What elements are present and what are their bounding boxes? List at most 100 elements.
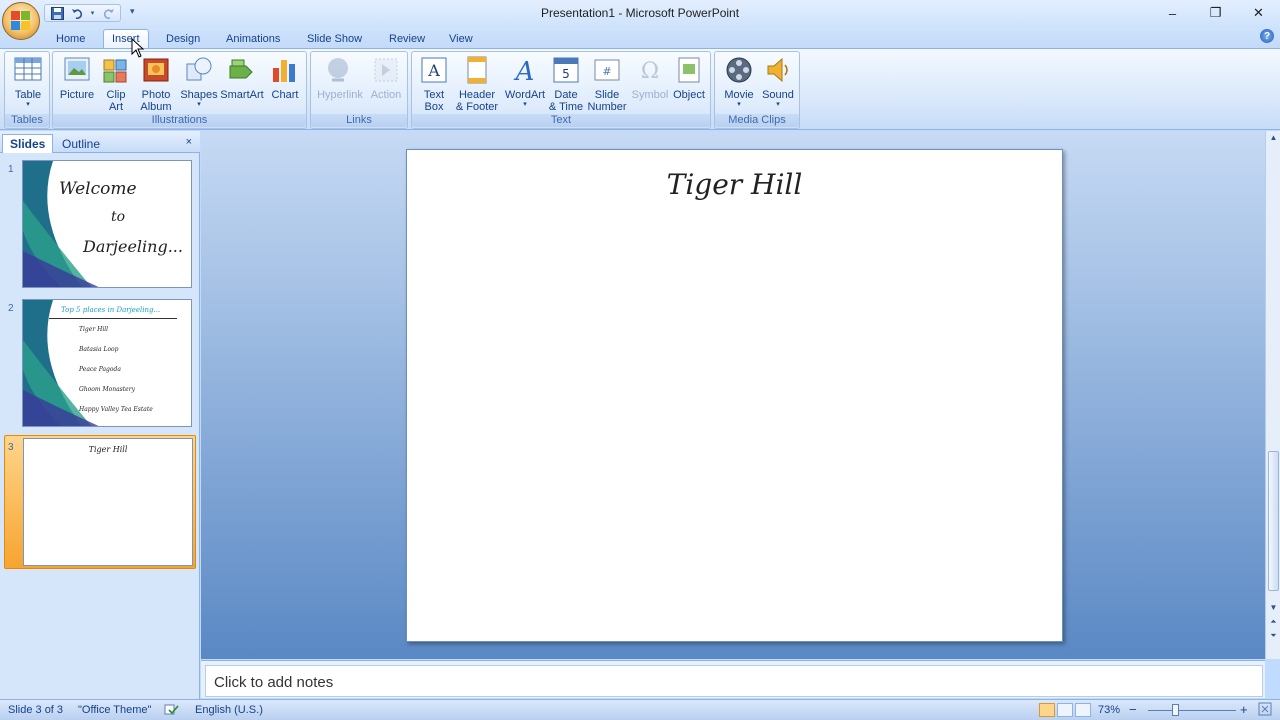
group-label-illustrations: Illustrations — [53, 114, 306, 127]
action-icon — [370, 54, 402, 86]
svg-text:A: A — [514, 57, 535, 86]
zoom-slider-handle[interactable] — [1172, 704, 1179, 716]
thumb-bullet: Tiger Hill — [79, 326, 109, 333]
slide-thumbnail-2[interactable]: Top 5 places in Darjeeling... Tiger Hill… — [4, 297, 196, 429]
smartart-button[interactable]: SmartArt — [219, 54, 265, 116]
slide-number-button[interactable]: # Slide Number — [586, 54, 628, 116]
sound-label: Sound — [762, 89, 794, 101]
help-icon[interactable]: ? — [1260, 29, 1274, 43]
zoom-in-button[interactable]: + — [1240, 702, 1248, 717]
notes-placeholder: Click to add notes — [214, 674, 334, 691]
photo-album-icon — [140, 54, 172, 86]
clip-art-label-1: Clip — [106, 89, 126, 101]
wordart-icon: A — [509, 54, 541, 87]
slide-title[interactable]: Tiger Hill — [407, 168, 1062, 201]
zoom-out-button[interactable]: − — [1129, 702, 1137, 717]
clip-art-button[interactable]: Clip Art — [99, 54, 133, 116]
hyperlink-button[interactable]: Hyperlink — [315, 54, 365, 116]
tab-animations[interactable]: Animations — [218, 29, 288, 48]
tab-home[interactable]: Home — [48, 29, 93, 48]
object-button[interactable]: Object — [670, 54, 708, 116]
minimize-button[interactable]: – — [1151, 0, 1194, 26]
text-box-icon: A — [418, 54, 450, 86]
scroll-thumb[interactable] — [1268, 451, 1279, 591]
vertical-scrollbar[interactable]: ▲ ▼ ⏶ ⏷ — [1265, 131, 1280, 659]
tab-outline[interactable]: Outline — [55, 134, 107, 153]
scroll-down-icon[interactable]: ▼ — [1266, 603, 1280, 617]
tab-slide-show[interactable]: Slide Show — [299, 29, 370, 48]
slide-sorter-view-icon[interactable] — [1057, 703, 1073, 717]
svg-text:Ω: Ω — [641, 59, 659, 84]
film-reel-icon — [723, 54, 755, 86]
normal-view-icon[interactable] — [1039, 703, 1055, 717]
slide-thumbnail-1[interactable]: Welcome to Darjeeling... — [4, 158, 196, 290]
text-box-button[interactable]: A Text Box — [416, 54, 452, 116]
slide-thumbnail-3[interactable]: 3 Tiger Hill — [4, 435, 196, 569]
ribbon-tabs: Home Insert Design Animations Slide Show… — [0, 26, 1280, 48]
tab-design[interactable]: Design — [158, 29, 208, 48]
header-footer-label-1: Header — [458, 89, 496, 101]
redo-icon[interactable] — [100, 6, 116, 20]
header-footer-icon — [461, 54, 493, 86]
wordart-button[interactable]: A WordArt ▾ — [502, 54, 548, 116]
zoom-slider[interactable] — [1148, 710, 1236, 711]
chevron-down-icon: ▾ — [776, 101, 780, 108]
chart-button[interactable]: Chart — [267, 54, 303, 116]
slide-number-label-2: Number — [587, 101, 627, 113]
picture-button[interactable]: Picture — [57, 54, 97, 116]
zoom-level[interactable]: 73% — [1098, 704, 1120, 716]
undo-dropdown-icon[interactable]: ▾ — [89, 6, 96, 20]
svg-text:A: A — [427, 61, 440, 80]
slides-pane: Slides Outline × 1 Welcome to Darjeeling… — [0, 131, 200, 699]
group-label-media-clips: Media Clips — [715, 114, 799, 127]
office-button[interactable] — [2, 2, 40, 40]
tab-review[interactable]: Review — [381, 29, 433, 48]
header-footer-label-2: & Footer — [455, 101, 499, 113]
sound-button[interactable]: Sound ▾ — [759, 54, 797, 116]
close-icon[interactable]: × — [186, 136, 192, 148]
group-media-clips: Movie ▾ Sound ▾ Media Clips — [714, 51, 800, 129]
slideshow-view-icon[interactable] — [1075, 703, 1091, 717]
chevron-down-icon: ▾ — [523, 101, 527, 108]
tab-view[interactable]: View — [441, 29, 481, 48]
restore-button[interactable]: ❐ — [1194, 0, 1237, 26]
chart-label: Chart — [271, 89, 299, 101]
group-links: Hyperlink Action Links — [310, 51, 408, 129]
next-slide-icon[interactable]: ⏷ — [1266, 631, 1280, 645]
previous-slide-icon[interactable]: ⏶ — [1266, 617, 1280, 631]
table-button[interactable]: Table ▾ — [9, 54, 47, 116]
customize-qat-icon[interactable]: ▾ — [130, 6, 135, 17]
photo-album-button[interactable]: Photo Album — [135, 54, 177, 116]
shapes-label: Shapes — [180, 89, 218, 101]
action-button[interactable]: Action — [367, 54, 405, 116]
thumb-bullet: Ghoom Monastery — [79, 386, 135, 393]
text-box-label-2: Box — [424, 101, 444, 113]
quick-access-toolbar: ▾ — [44, 4, 121, 22]
calendar-icon: 5 — [550, 54, 582, 86]
group-label-links: Links — [311, 114, 407, 127]
spell-check-icon[interactable] — [164, 704, 180, 719]
save-icon[interactable] — [49, 6, 65, 20]
hyperlink-icon — [324, 54, 356, 86]
shapes-button[interactable]: Shapes ▾ — [179, 54, 219, 116]
chevron-down-icon: ▾ — [26, 101, 30, 108]
title-bar: Presentation1 - Microsoft PowerPoint – ❐… — [0, 0, 1280, 26]
movie-button[interactable]: Movie ▾ — [719, 54, 759, 116]
date-time-button[interactable]: 5 Date & Time — [548, 54, 584, 116]
notes-field[interactable]: Click to add notes — [205, 665, 1263, 697]
header-footer-button[interactable]: Header & Footer — [454, 54, 500, 116]
close-button[interactable]: ✕ — [1237, 0, 1280, 26]
group-illustrations: Picture Clip Art Photo Album Shapes ▾ Sm… — [52, 51, 307, 129]
photo-album-label-2: Album — [140, 101, 172, 113]
current-slide[interactable]: Tiger Hill — [406, 149, 1063, 642]
scroll-up-icon[interactable]: ▲ — [1266, 133, 1280, 147]
tab-slides[interactable]: Slides — [2, 134, 54, 153]
date-time-label-1: Date — [554, 89, 578, 101]
object-label: Object — [673, 89, 705, 101]
text-box-label-1: Text — [423, 89, 445, 101]
symbol-button[interactable]: Ω Symbol — [630, 54, 670, 116]
language-indicator[interactable]: English (U.S.) — [195, 704, 263, 716]
fit-to-window-icon[interactable] — [1258, 702, 1272, 719]
date-time-label-2: & Time — [548, 101, 584, 113]
undo-icon[interactable] — [69, 6, 85, 20]
